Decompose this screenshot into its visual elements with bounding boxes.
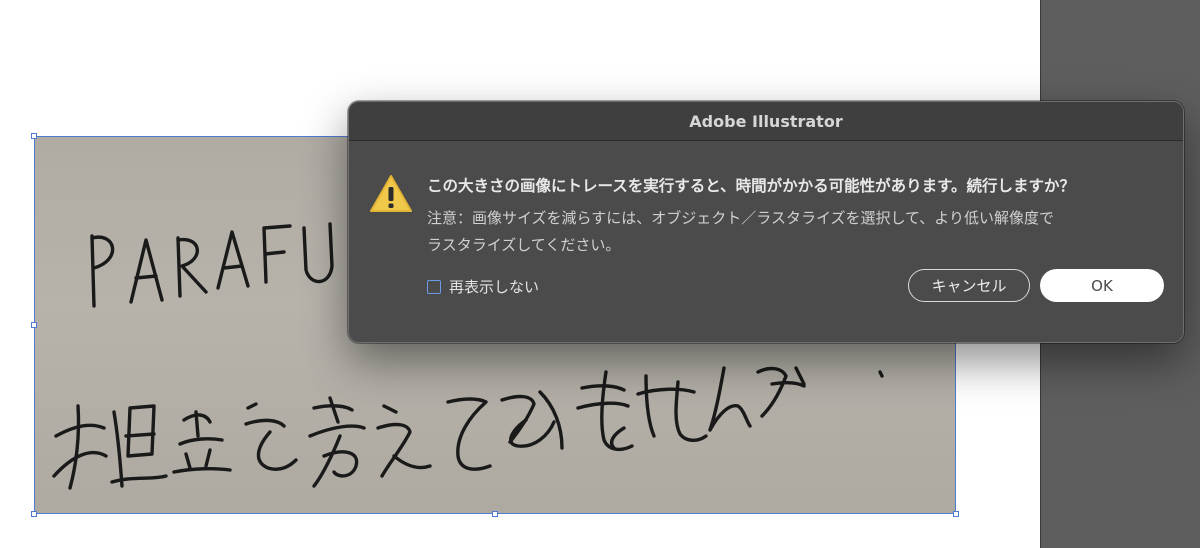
- selection-handle-bottom-right[interactable]: [953, 511, 959, 517]
- dialog-title: Adobe Illustrator: [689, 111, 843, 131]
- selection-handle-bottom-center[interactable]: [492, 511, 498, 517]
- dont-show-again-checkbox[interactable]: [427, 279, 441, 294]
- selection-handle-middle-left[interactable]: [31, 322, 37, 328]
- dialog-heading: この大きさの画像にトレースを実行すると、時間がかかる可能性があります。続行します…: [427, 177, 1076, 195]
- dialog-note-line-2: ラスタライズしてください。: [427, 236, 621, 254]
- dont-show-again-row[interactable]: 再表示しない: [427, 276, 539, 297]
- selection-handle-bottom-left[interactable]: [31, 511, 37, 517]
- dialog-note-line-1: 注意：画像サイズを減らすには、オブジェクト／ラスタライズを選択して、より低い解像…: [427, 209, 1055, 227]
- dont-show-again-label[interactable]: 再表示しない: [449, 276, 539, 297]
- selection-handle-top-left[interactable]: [31, 133, 37, 139]
- cancel-button[interactable]: キャンセル: [908, 269, 1030, 302]
- dialog-titlebar[interactable]: Adobe Illustrator: [349, 102, 1183, 141]
- trace-warning-dialog: Adobe Illustrator この大きさの画像にトレースを実行すると、時間…: [348, 101, 1184, 343]
- ok-button[interactable]: OK: [1040, 269, 1164, 302]
- warning-icon: [370, 175, 412, 212]
